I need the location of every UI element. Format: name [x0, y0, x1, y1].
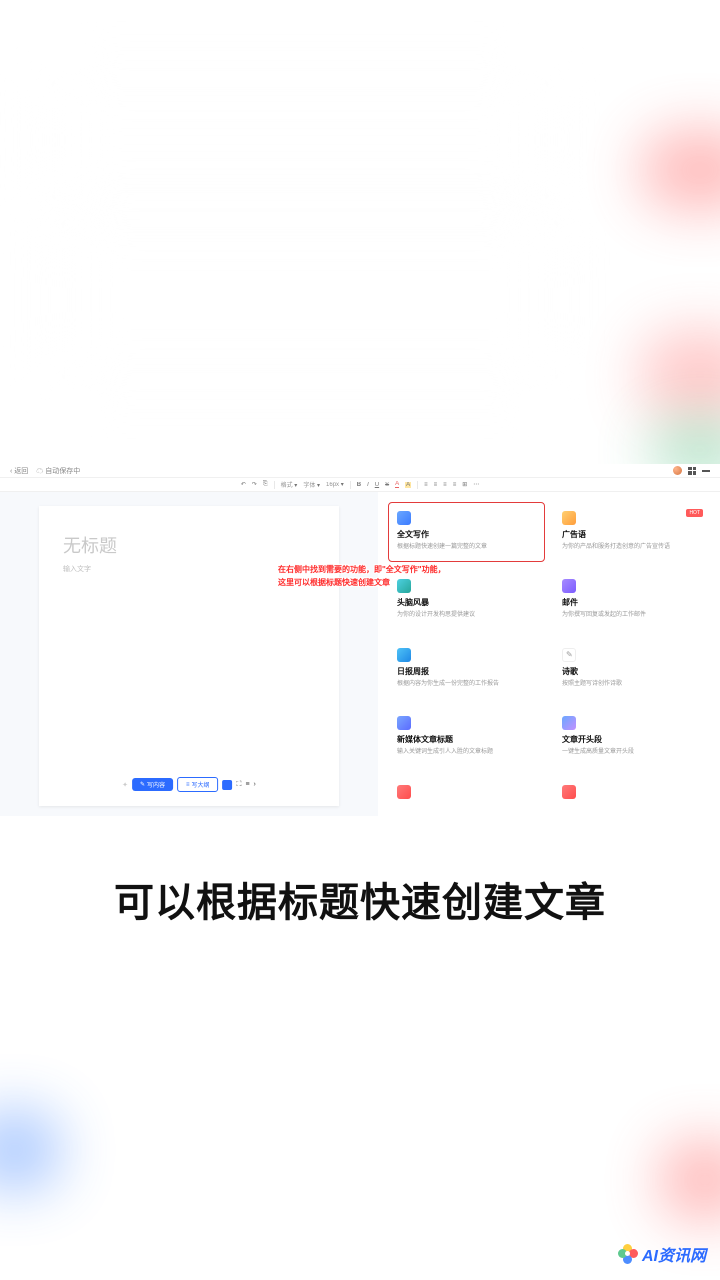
template-card-title: 诗歌: [562, 666, 701, 677]
bg-blur-red: [660, 1140, 720, 1220]
template-card-desc: 为你的产品和服务打造创意的广告宣传语: [562, 543, 701, 551]
template-card-3[interactable]: 邮件为你撰写回复或发起的工作邮件: [553, 570, 710, 630]
template-card-8[interactable]: [388, 776, 545, 814]
template-card-desc: 为你撰写回复或发起的工作邮件: [562, 611, 701, 619]
template-card-icon: [397, 511, 411, 525]
template-card-title: 头脑风暴: [397, 597, 536, 608]
template-card-title: 新媒体文章标题: [397, 734, 536, 745]
expand-icon[interactable]: ⛶: [237, 781, 242, 789]
template-card-icon: [562, 579, 576, 593]
template-card-5[interactable]: 诗歌按照主题写诗创作诗歌: [553, 639, 710, 699]
template-card-title: 文章开头段: [562, 734, 701, 745]
font-dropdown[interactable]: 字体 ▾: [303, 480, 320, 489]
highlight-button[interactable]: A: [405, 482, 411, 488]
bg-blur-blue: [0, 1110, 60, 1190]
workspace: 无标题 输入文字 ✦ ✎ 写内容 ≡ 写大纲 ⛶ ≡ › 全文写作根据标题快速创…: [0, 492, 720, 816]
text-color-button[interactable]: A: [395, 481, 399, 488]
topbar: ‹ 返回 ☁ 自动保存中: [0, 464, 720, 478]
template-card-desc: 根据内容为你生成一份完整的工作报告: [397, 680, 536, 688]
template-card-title: 日报周报: [397, 666, 536, 677]
avatar[interactable]: [673, 466, 682, 475]
editor-toolbar: ↶ ↷ ⎘ 格式 ▾ 字体 ▾ 16px ▾ B I U S A A ≡ ≡ ≡…: [0, 478, 720, 492]
template-card-7[interactable]: 文章开头段一键生成高质量文章开头段: [553, 707, 710, 767]
toolbar-separator: [417, 481, 418, 489]
more-icon[interactable]: ≡: [245, 781, 249, 788]
underline-button[interactable]: U: [375, 482, 379, 488]
template-card-desc: 输入关键词生成引人入胜的文章标题: [397, 748, 536, 756]
list-ul-button[interactable]: ≡: [443, 482, 447, 488]
template-card-0[interactable]: 全文写作根据标题快速创建一篇完整的文章: [388, 502, 545, 562]
template-card-4[interactable]: 日报周报根据内容为你生成一份完整的工作报告: [388, 639, 545, 699]
minimize-icon[interactable]: [702, 470, 710, 472]
toolbar-separator: [350, 481, 351, 489]
badge: HOT: [686, 509, 703, 517]
doc-title-input[interactable]: 无标题: [63, 532, 315, 558]
template-card-icon: [397, 785, 411, 799]
list-ol-button[interactable]: ≡: [453, 482, 457, 488]
template-card-icon: [562, 716, 576, 730]
next-icon[interactable]: ›: [254, 781, 256, 788]
fontsize-dropdown[interactable]: 16px ▾: [326, 481, 344, 488]
toolbar-separator: [274, 481, 275, 489]
template-card-desc: 为你的设计开发构思提供建议: [397, 611, 536, 619]
document-page[interactable]: 无标题 输入文字 ✦ ✎ 写内容 ≡ 写大纲 ⛶ ≡ ›: [39, 506, 339, 806]
template-card-title: 全文写作: [397, 529, 536, 540]
apps-grid-icon[interactable]: [688, 467, 696, 475]
template-card-6[interactable]: 新媒体文章标题输入关键词生成引人入胜的文章标题: [388, 707, 545, 767]
template-card-1[interactable]: HOT 广告语为你的产品和服务打造创意的广告宣传语: [553, 502, 710, 562]
format-dropdown[interactable]: 格式 ▾: [281, 480, 298, 489]
ai-templates-panel: 全文写作根据标题快速创建一篇完整的文章 HOT 广告语为你的产品和服务打造创意的广告…: [378, 492, 720, 816]
align-center-button[interactable]: ≡: [434, 482, 438, 488]
template-card-desc: 按照主题写诗创作诗歌: [562, 680, 701, 688]
ai-icon: ✦: [122, 781, 128, 789]
template-card-desc: 一键生成高质量文章开头段: [562, 748, 701, 756]
table-button[interactable]: ⊞: [462, 481, 467, 488]
bg-blur-red: [640, 330, 720, 420]
bold-button[interactable]: B: [357, 482, 361, 488]
watermark-logo-icon: [618, 1244, 638, 1264]
autosave-status: ☁ 自动保存中: [36, 466, 80, 476]
redo-button[interactable]: ↷: [252, 481, 257, 488]
ai-action-button[interactable]: [223, 780, 233, 790]
template-card-icon: [397, 648, 411, 662]
template-card-9[interactable]: [553, 776, 710, 814]
document-area: 无标题 输入文字 ✦ ✎ 写内容 ≡ 写大纲 ⛶ ≡ ›: [0, 492, 378, 816]
template-card-icon: [562, 785, 576, 799]
template-card-title: 广告语: [562, 529, 701, 540]
bg-blur-red: [640, 130, 720, 210]
strike-button[interactable]: S: [385, 482, 389, 488]
video-caption: 可以根据标题快速创建文章: [0, 870, 720, 928]
back-label: 返回: [14, 468, 28, 475]
template-card-title: 邮件: [562, 597, 701, 608]
italic-button[interactable]: I: [367, 482, 369, 488]
template-card-icon: [397, 716, 411, 730]
back-button[interactable]: ‹ 返回: [10, 466, 28, 476]
watermark: AI资讯网: [618, 1242, 706, 1266]
write-outline-button[interactable]: ≡ 写大纲: [177, 777, 219, 792]
align-left-button[interactable]: ≡: [424, 482, 428, 488]
annotation-callout: 在右侧中找到需要的功能，即"全文写作"功能， 这里可以根据标题快速创建文章: [278, 564, 446, 590]
doc-footer-toolbar: ✦ ✎ 写内容 ≡ 写大纲 ⛶ ≡ ›: [122, 777, 256, 792]
bg-blur-card: [50, 80, 550, 200]
template-card-icon: [562, 648, 576, 662]
watermark-text: AI资讯网: [642, 1242, 706, 1266]
template-card-desc: 根据标题快速创建一篇完整的文章: [397, 543, 536, 551]
copy-button[interactable]: ⎘: [263, 481, 268, 488]
undo-button[interactable]: ↶: [241, 481, 246, 488]
bg-blur-card: [60, 220, 560, 380]
app-window: ‹ 返回 ☁ 自动保存中 ↶ ↷ ⎘ 格式 ▾ 字体 ▾ 16px ▾ B I …: [0, 464, 720, 816]
more-button[interactable]: ⋯: [473, 481, 479, 488]
write-content-button[interactable]: ✎ 写内容: [132, 778, 173, 791]
template-card-icon: [562, 511, 576, 525]
